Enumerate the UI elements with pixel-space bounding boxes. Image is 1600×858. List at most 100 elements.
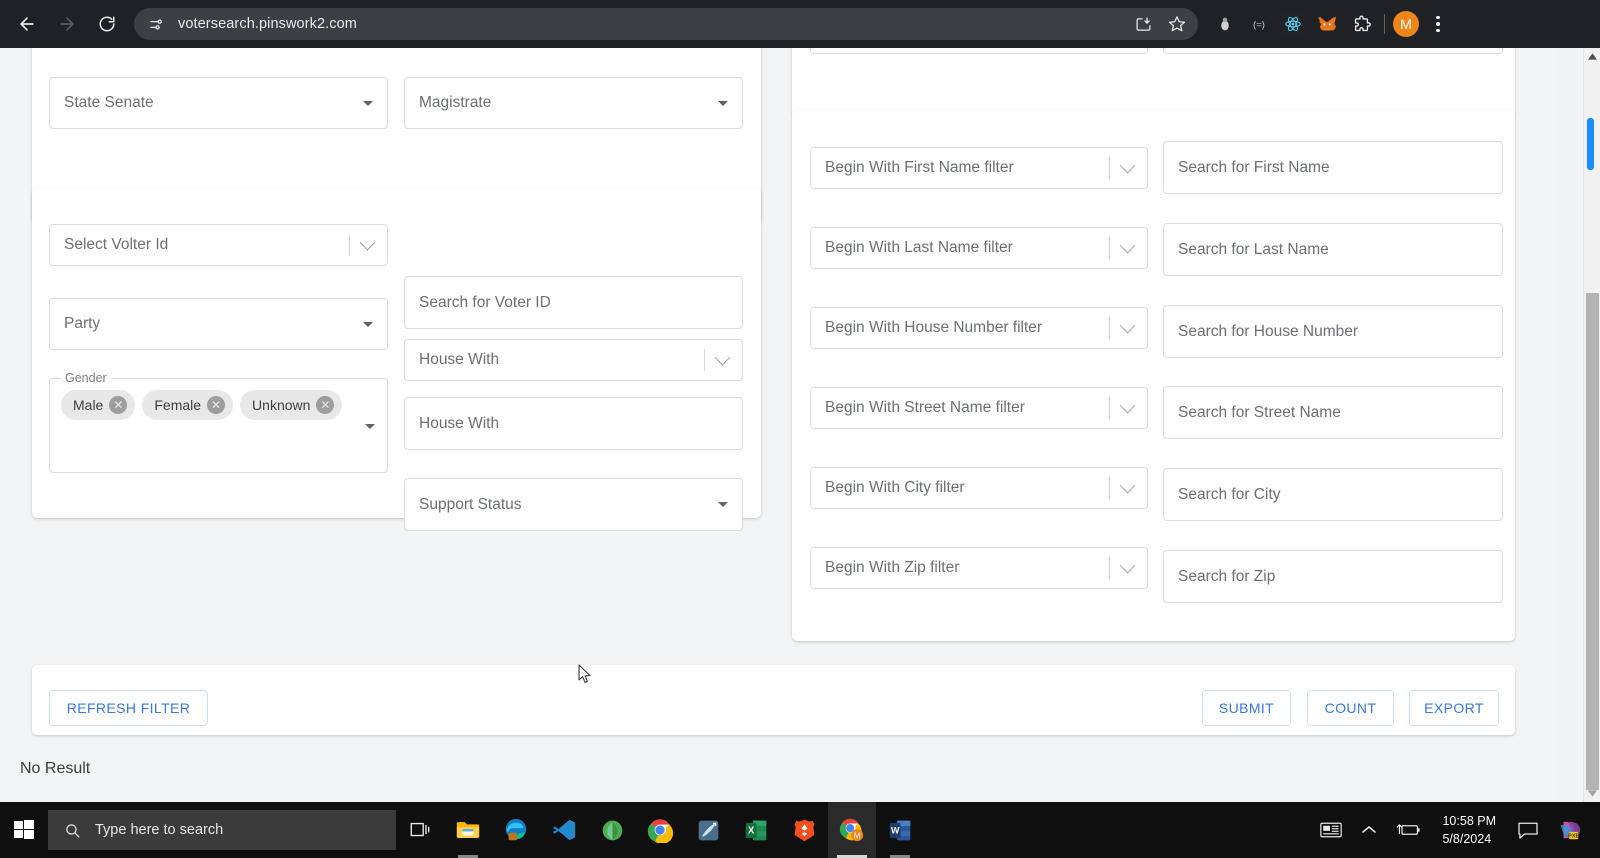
select-voter-id-autocomplete[interactable]: Select Volter Id: [49, 224, 388, 266]
battery-charging-icon[interactable]: [1386, 802, 1430, 858]
install-app-icon[interactable]: [1128, 9, 1158, 39]
begin-with-house-number-filter[interactable]: Begin With House Number filter: [810, 307, 1148, 349]
scroll-up-arrow-icon[interactable]: [1584, 48, 1600, 65]
chevron-down-icon: [1109, 228, 1136, 268]
taskview-icon[interactable]: [396, 802, 444, 858]
svg-text:M: M: [854, 832, 861, 841]
search-city-input[interactable]: Search for City: [1163, 468, 1503, 521]
magistrate-label: Magistrate: [419, 94, 492, 111]
profile-avatar[interactable]: M: [1393, 11, 1419, 37]
scroll-down-arrow-icon[interactable]: [1584, 785, 1600, 802]
chevron-down-icon: [1109, 148, 1136, 188]
filter-label: Begin With City filter: [825, 479, 965, 496]
house-with-input[interactable]: House With: [404, 397, 743, 450]
begin-with-first-name-filter[interactable]: Begin With First Name filter: [810, 147, 1148, 189]
gender-chip-female[interactable]: Female ✕: [142, 390, 234, 420]
gender-multiselect[interactable]: Gender Male ✕ Female ✕ Unknown ✕: [49, 371, 388, 473]
bookmark-star-icon[interactable]: [1162, 9, 1192, 39]
chevron-down-icon: [1109, 548, 1136, 588]
search-last-name-input[interactable]: Search for Last Name: [1163, 223, 1503, 276]
remove-chip-icon[interactable]: ✕: [207, 396, 226, 414]
begin-with-city-filter[interactable]: Begin With City filter: [810, 467, 1148, 509]
voter-filter-card: Select Volter Id Party Gender Male ✕ Fem…: [32, 188, 761, 531]
begin-with-last-name-filter[interactable]: Begin With Last Name filter: [810, 227, 1148, 269]
name-address-search-card: Begin With First Name filter Search for …: [792, 110, 1515, 641]
react-devtools-icon[interactable]: [1278, 9, 1308, 39]
gender-chip-unknown[interactable]: Unknown ✕: [240, 390, 343, 420]
support-status-select[interactable]: Support Status: [404, 478, 743, 531]
google-chrome-icon[interactable]: [636, 802, 684, 858]
state-senate-select[interactable]: State Senate: [49, 77, 388, 129]
begin-with-street-name-filter[interactable]: Begin With Street Name filter: [810, 387, 1148, 429]
gender-chip-male[interactable]: Male ✕: [61, 390, 136, 420]
chevron-down-icon: [718, 502, 728, 507]
site-settings-icon[interactable]: [144, 12, 168, 36]
bug-extension-icon[interactable]: [1210, 9, 1240, 39]
mongodb-icon[interactable]: [588, 802, 636, 858]
clock[interactable]: 10:58 PM 5/8/2024: [1430, 802, 1508, 858]
search-first-name-input[interactable]: Search for First Name: [1163, 141, 1503, 194]
search-street-name-input[interactable]: Search for Street Name: [1163, 386, 1503, 439]
address-bar[interactable]: votersearch.pinswork2.com: [134, 8, 1198, 40]
submit-button[interactable]: SUBMIT: [1202, 690, 1291, 726]
partial-filter-top-right-a[interactable]: [810, 48, 1148, 54]
search-house-number-input[interactable]: Search for House Number: [1163, 305, 1503, 358]
microsoft-excel-icon[interactable]: X: [732, 802, 780, 858]
equals-extension-icon[interactable]: (=): [1244, 9, 1274, 39]
refresh-filter-button[interactable]: REFRESH FILTER: [49, 690, 208, 726]
party-label: Party: [64, 315, 101, 332]
party-select[interactable]: Party: [49, 298, 388, 350]
search-zip-input[interactable]: Search for Zip: [1163, 550, 1503, 603]
reload-button[interactable]: [90, 7, 124, 41]
partial-search-top-right-b[interactable]: [1163, 48, 1503, 54]
magistrate-select[interactable]: Magistrate: [404, 77, 743, 129]
postman-icon[interactable]: [684, 802, 732, 858]
chevron-down-icon: [1109, 388, 1136, 428]
chip-label: Unknown: [252, 397, 311, 413]
filter-label: Begin With First Name filter: [825, 159, 1014, 176]
gender-chip-list: Male ✕ Female ✕ Unknown ✕: [50, 379, 387, 431]
search-icon: [66, 823, 80, 838]
chevron-down-icon: [365, 423, 375, 429]
news-and-interests-icon[interactable]: [1310, 802, 1352, 858]
filter-label: Begin With Street Name filter: [825, 399, 1025, 416]
search-voter-id-input[interactable]: Search for Voter ID: [404, 276, 743, 329]
remove-chip-icon[interactable]: ✕: [109, 396, 128, 414]
show-hidden-icons-chevron[interactable]: [1352, 802, 1386, 858]
brave-browser-icon[interactable]: [780, 802, 828, 858]
begin-with-zip-filter[interactable]: Begin With Zip filter: [810, 547, 1148, 589]
chevron-down-icon: [704, 340, 731, 380]
chrome-profile-m-icon[interactable]: M: [828, 802, 876, 858]
metamask-icon[interactable]: [1312, 9, 1342, 39]
microsoft-word-icon[interactable]: W: [876, 802, 924, 858]
taskbar-app-list: X M W: [396, 802, 924, 858]
page-scrollbar[interactable]: [1583, 48, 1600, 802]
back-button[interactable]: [10, 7, 44, 41]
page-viewport: State Senate Magistrate Select Volter Id…: [0, 48, 1600, 802]
extensions-puzzle-icon[interactable]: [1346, 9, 1376, 39]
clock-time: 10:58 PM: [1442, 813, 1496, 828]
pixel-app-icon[interactable]: PXE: [1548, 802, 1592, 858]
remove-chip-icon[interactable]: ✕: [316, 396, 335, 414]
start-button[interactable]: [0, 802, 48, 858]
taskbar-search-input[interactable]: Type here to search: [48, 810, 396, 850]
scrollbar-thumb[interactable]: [1586, 293, 1599, 790]
svg-text:PXE: PXE: [1568, 833, 1579, 839]
vs-code-icon[interactable]: [540, 802, 588, 858]
chip-label: Female: [154, 397, 202, 413]
filter-label: Begin With Last Name filter: [825, 239, 1013, 256]
action-center-icon[interactable]: [1508, 802, 1548, 858]
chevron-down-icon: [363, 100, 373, 106]
microsoft-edge-icon[interactable]: [492, 802, 540, 858]
export-button[interactable]: EXPORT: [1409, 690, 1499, 726]
chip-label: Male: [73, 397, 104, 413]
chrome-menu-button[interactable]: [1423, 9, 1453, 39]
extension-icons: (=): [1210, 9, 1376, 39]
forward-button[interactable]: [50, 7, 84, 41]
svg-text:X: X: [747, 825, 754, 836]
browser-toolbar: votersearch.pinswork2.com (=) M: [0, 0, 1600, 48]
house-with-select[interactable]: House With: [404, 339, 743, 381]
file-explorer-icon[interactable]: [444, 802, 492, 858]
no-result-text: No Result: [20, 760, 91, 777]
count-button[interactable]: COUNT: [1307, 690, 1394, 726]
